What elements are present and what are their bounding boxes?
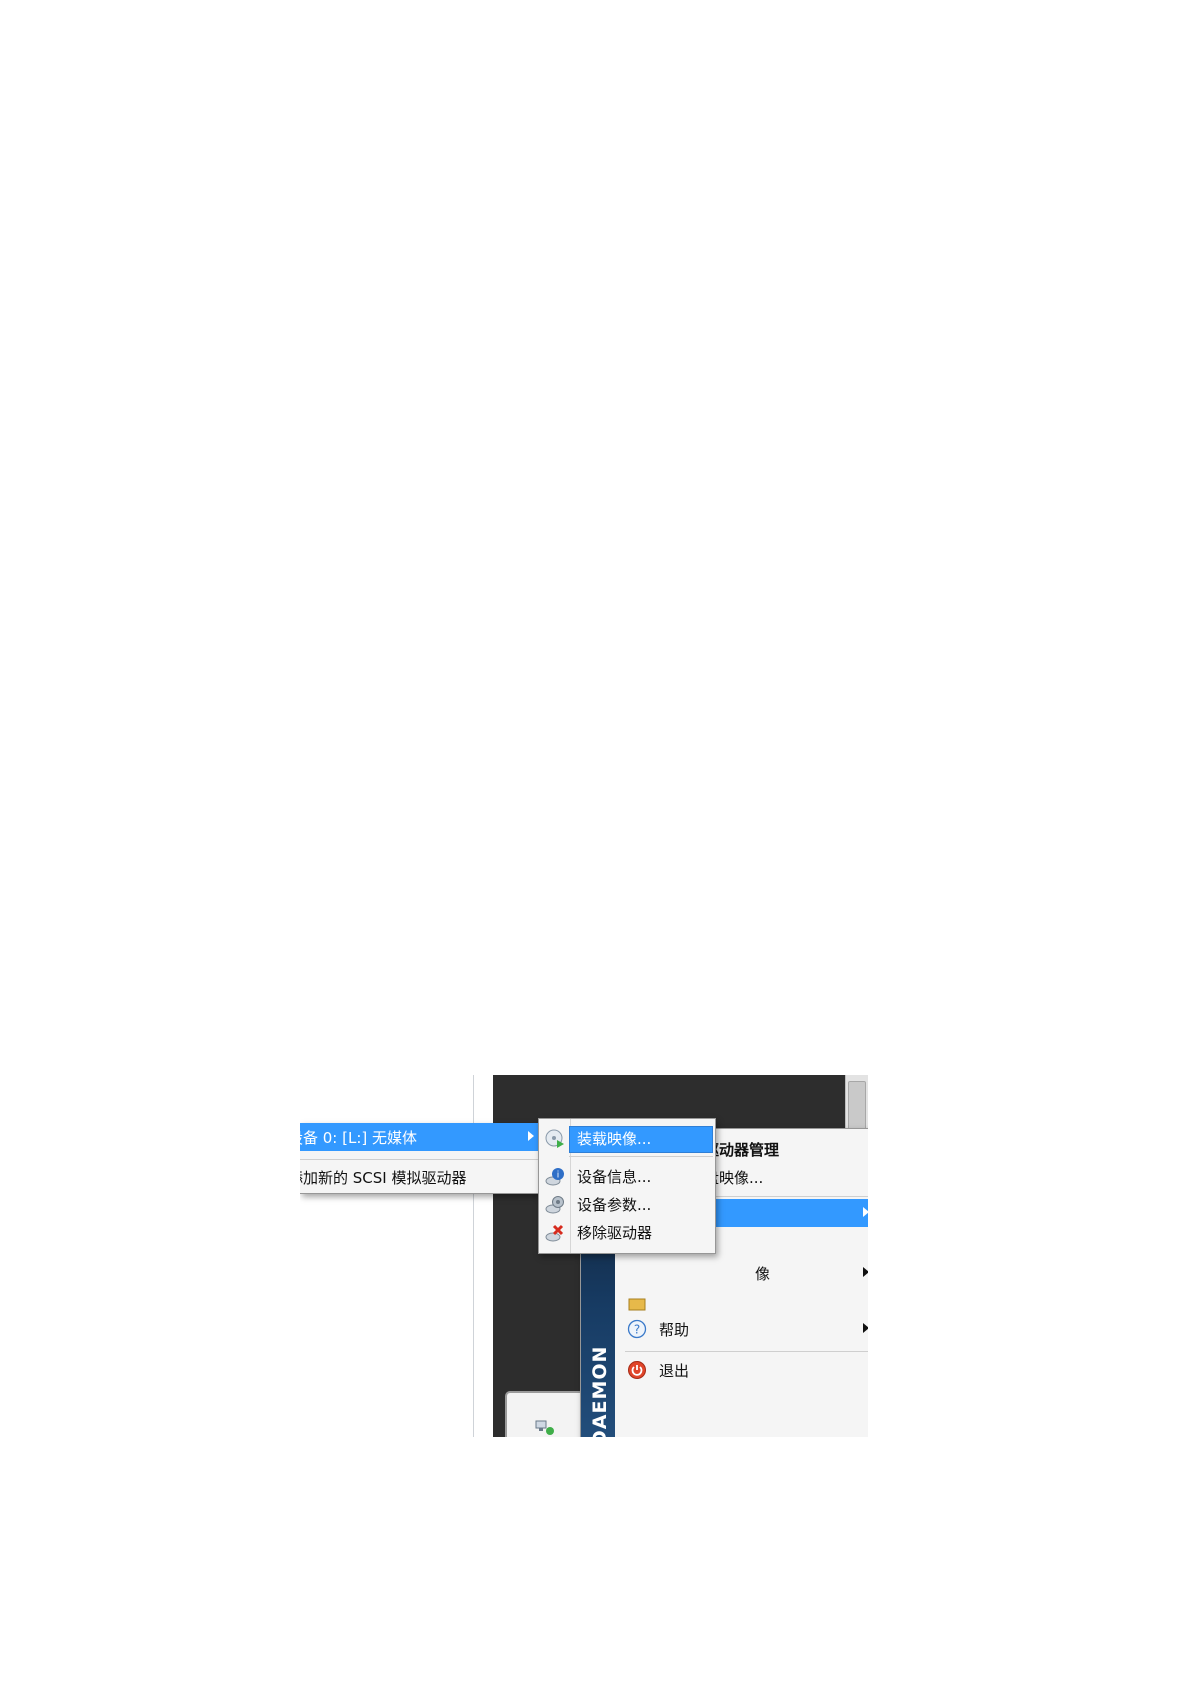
- menu-separator: [569, 1156, 713, 1157]
- menu-item-label: 移除驱动器: [577, 1224, 653, 1242]
- help-icon: ?: [627, 1319, 647, 1339]
- menu-item-device-info[interactable]: i 设备信息...: [539, 1163, 715, 1190]
- device-settings-icon: [545, 1196, 564, 1214]
- mount-image-icon: [545, 1129, 564, 1148]
- submenu-arrow-icon: [863, 1267, 868, 1277]
- menu-separator: [625, 1351, 868, 1352]
- submenu-arrow-icon: [528, 1131, 534, 1141]
- submenu-arrow-icon: [863, 1207, 868, 1217]
- device-info-icon: i: [545, 1168, 564, 1186]
- menu-item-label: 设备参数...: [577, 1196, 652, 1214]
- menu-item-mount-image[interactable]: 装载映像...: [539, 1125, 715, 1153]
- menu-item-recent-images[interactable]: 像: [615, 1259, 868, 1287]
- device-submenu: 装载映像... i 设备信息... 设备参数... 移除驱动器: [538, 1118, 716, 1254]
- menu-item-label: 设备 0: [L:] 无媒体: [300, 1129, 418, 1147]
- menu-item-label: 像: [755, 1265, 771, 1283]
- menu-item-label: 添加新的 SCSI 模拟驱动器: [300, 1169, 467, 1187]
- menu-item-label: 帮助: [659, 1321, 690, 1339]
- network-icon: [535, 1420, 554, 1435]
- menu-item-label: 设备信息...: [577, 1168, 652, 1186]
- menu-item-preferences[interactable]: [615, 1289, 868, 1317]
- menu-item-add-scsi-drive[interactable]: 添加新的 SCSI 模拟驱动器: [300, 1163, 546, 1191]
- menu-item-exit[interactable]: 退出: [615, 1356, 868, 1384]
- menu-item-remove-drive[interactable]: 移除驱动器: [539, 1219, 715, 1246]
- submenu-arrow-icon: [863, 1323, 868, 1333]
- menu-item-label: 装载映像...: [577, 1130, 652, 1148]
- folder-icon: [628, 1298, 646, 1311]
- exit-icon: [628, 1361, 646, 1379]
- remove-drive-icon: [545, 1224, 564, 1242]
- menu-item-label: 退出: [659, 1362, 690, 1380]
- menu-separator: [300, 1159, 546, 1160]
- menu-item-device-0[interactable]: 设备 0: [L:] 无媒体: [300, 1123, 546, 1151]
- svg-text:?: ?: [634, 1323, 640, 1337]
- screenshot-crop: DAEMON 装载和驱动器管理 创建光盘映像... 像: [300, 1075, 868, 1437]
- brand-label: DAEMON: [589, 1345, 611, 1437]
- scrollbar-thumb[interactable]: [848, 1081, 866, 1131]
- menu-item-help[interactable]: ? 帮助: [615, 1315, 868, 1343]
- svg-text:i: i: [557, 1171, 560, 1181]
- virtual-devices-submenu: 设备 0: [L:] 无媒体 添加新的 SCSI 模拟驱动器: [300, 1123, 547, 1194]
- menu-item-device-settings[interactable]: 设备参数...: [539, 1191, 715, 1218]
